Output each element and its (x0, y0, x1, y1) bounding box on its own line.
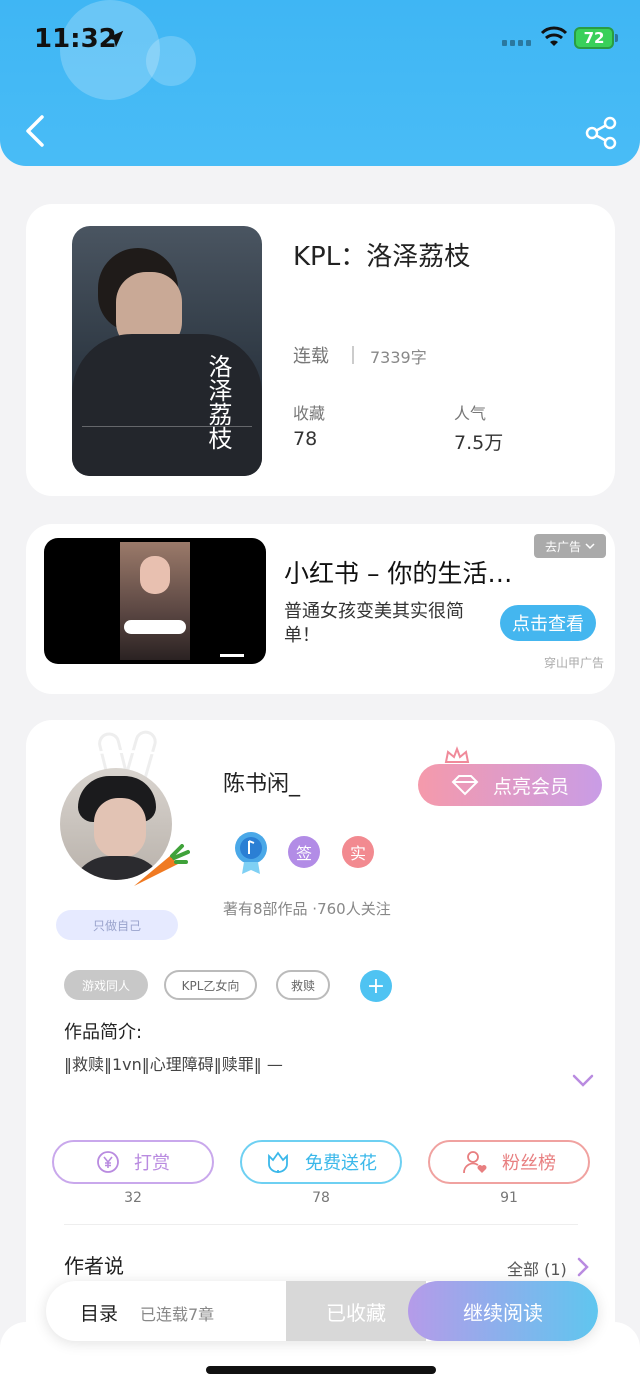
fan-ranking-button[interactable]: 粉丝榜 (428, 1140, 590, 1184)
fan-user-icon (463, 1151, 487, 1174)
author-card: 只做自己 陈书闲_ 点亮会员 签 实 著有8部作品 ·760人关注 游戏同人 K… (26, 720, 615, 1360)
home-indicator (206, 1366, 436, 1374)
ad-description: 普通女孩变美其实很简单！ (284, 601, 464, 646)
carrot-icon (134, 844, 190, 886)
vip-label: 点亮会员 (492, 775, 569, 798)
ad-video-progress (220, 654, 244, 657)
author-name[interactable]: 陈书闲_ (223, 766, 300, 798)
fan-count: 91 (500, 1190, 518, 1206)
chevron-down-icon[interactable] (572, 1074, 594, 1088)
location-arrow-icon (106, 30, 124, 48)
chevron-right-icon[interactable] (576, 1256, 590, 1278)
book-cover[interactable]: 洛泽荔枝 (72, 226, 262, 476)
header: 11:32 72 (0, 0, 640, 166)
chevron-down-icon (585, 543, 595, 550)
send-flower-button[interactable]: 免费送花 (240, 1140, 402, 1184)
ad-view-button[interactable]: 点击查看 (500, 605, 596, 641)
diamond-icon (451, 775, 479, 796)
crown-icon (444, 746, 470, 763)
ad-card[interactable]: 小红书 – 你的生活… 普通女孩变美其实很简单！ 去广告 点击查看 穿山甲广告 (26, 524, 615, 694)
continue-reading-button[interactable]: 继续阅读 (408, 1281, 598, 1341)
intro-label: 作品简介: (64, 1022, 143, 1043)
signed-badge[interactable]: 签 (288, 836, 320, 868)
chapter-status: 已连载7章 (140, 1305, 215, 1324)
author-say-all-link[interactable]: 全部 (1) (507, 1256, 567, 1280)
remove-ad-label: 去广告 (544, 539, 581, 554)
decor-bubble (146, 36, 196, 86)
popularity-label: 人气 (454, 404, 487, 423)
remove-ad-button[interactable]: 去广告 (534, 534, 606, 558)
cover-caption-line (82, 426, 252, 450)
reward-label: 打赏 (134, 1153, 170, 1174)
flower-count: 78 (312, 1190, 330, 1206)
divider (352, 346, 354, 364)
table-of-contents-button[interactable]: 目录 (80, 1299, 118, 1326)
favorites-label: 收藏 (293, 404, 326, 423)
ad-source: 穿山甲广告 (544, 656, 605, 670)
back-arrow-icon[interactable] (22, 114, 48, 148)
send-flower-label: 免费送花 (305, 1153, 377, 1174)
ad-title: 小红书 – 你的生活… (284, 559, 513, 588)
fan-ranking-label: 粉丝榜 (502, 1153, 556, 1174)
ad-video-overlay (124, 620, 186, 634)
reward-count: 32 (124, 1190, 142, 1206)
favorites-value: 78 (293, 428, 318, 450)
flower-icon (268, 1151, 288, 1173)
add-tag-button[interactable]: + (360, 970, 392, 1002)
verified-badge[interactable]: 实 (342, 836, 374, 868)
serial-status: 连载 (293, 346, 329, 367)
medal-icon[interactable] (232, 830, 270, 876)
bottom-action-bar: 目录 已连载7章 已收藏 继续阅读 (46, 1281, 598, 1341)
yen-icon (97, 1151, 119, 1173)
tag-chip[interactable]: 游戏同人 (64, 970, 148, 1000)
ad-video[interactable] (44, 538, 266, 664)
author-stats: 著有8部作品 ·760人关注 (223, 900, 391, 918)
bunny-headband-decor (74, 750, 174, 770)
word-count: 7339字 (370, 348, 427, 367)
popularity-value: 7.5万 (454, 432, 504, 454)
tag-chip[interactable]: KPL乙女向 (164, 970, 257, 1000)
vip-button[interactable]: 点亮会员 (418, 764, 602, 806)
ad-video-frame (120, 542, 190, 660)
battery-indicator: 72 (574, 27, 614, 49)
reward-button[interactable]: 打赏 (52, 1140, 214, 1184)
ad-video-face (140, 556, 170, 594)
wifi-icon (540, 26, 568, 46)
author-say-label: 作者说 (64, 1254, 124, 1278)
collected-button[interactable]: 已收藏 (286, 1281, 426, 1341)
book-title: KPL：洛泽荔枝 (293, 242, 471, 272)
intro-text: ‖救赎‖1vn‖心理障碍‖赎罪‖ — (64, 1055, 283, 1074)
book-info-card: 洛泽荔枝 KPL：洛泽荔枝 连载 7339字 收藏 78 人气 7.5万 (26, 204, 615, 496)
cover-figure-body (72, 334, 262, 476)
share-icon[interactable] (584, 116, 618, 150)
battery-tip (615, 34, 618, 42)
author-sticker-badge: 只做自己 (56, 910, 178, 940)
tag-chip[interactable]: 救赎 (276, 970, 330, 1000)
cellular-signal-icon (502, 40, 531, 46)
divider (64, 1224, 578, 1225)
